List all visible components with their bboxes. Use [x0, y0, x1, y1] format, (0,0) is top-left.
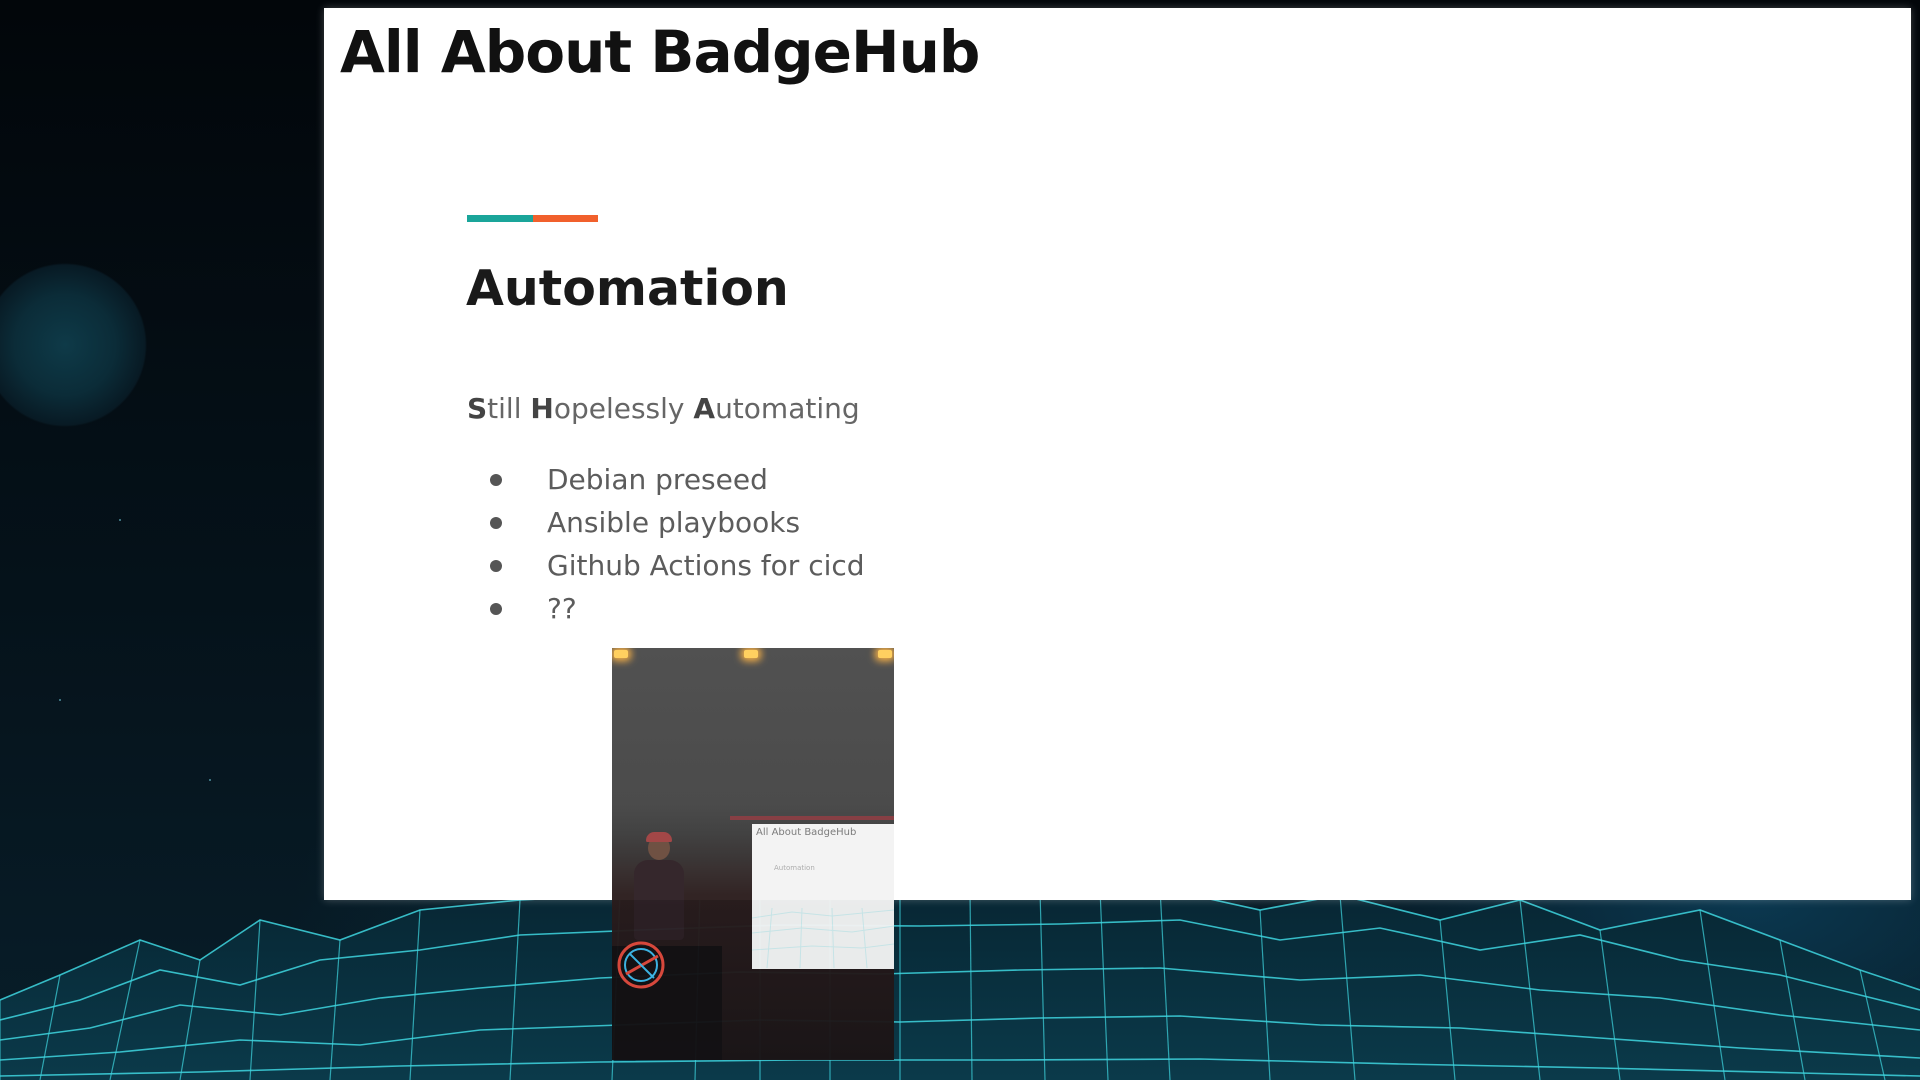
accent-bar-teal	[467, 215, 533, 222]
slide-subtitle: Still Hopelessly Automating	[467, 392, 860, 425]
slide-header-title: All About BadgeHub	[340, 18, 980, 86]
list-item: Debian preseed	[467, 458, 865, 501]
event-logo-icon	[617, 941, 665, 989]
bullet-dot-icon	[490, 560, 502, 572]
list-item: Ansible playbooks	[467, 501, 865, 544]
camera-screen-title: All About BadgeHub	[756, 827, 857, 838]
list-item-text: Github Actions for cicd	[547, 549, 865, 582]
bullet-dot-icon	[490, 603, 502, 615]
subtitle-initial-h: H	[530, 392, 554, 425]
stage-light-icon	[614, 650, 628, 658]
speaker-body	[634, 860, 684, 940]
subtitle-initial-a: A	[693, 392, 716, 425]
bullet-dot-icon	[490, 474, 502, 486]
speaker-cap	[646, 832, 672, 842]
bullet-list: Debian preseed Ansible playbooks Github …	[467, 458, 865, 630]
accent-bar-orange	[533, 215, 598, 222]
list-item: ??	[467, 587, 865, 630]
section-title: Automation	[466, 260, 789, 317]
list-item-text: ??	[547, 592, 577, 625]
stage-light-icon	[878, 650, 892, 658]
video-frame: All About BadgeHub Automation Still Hope…	[0, 0, 1920, 1080]
presentation-slide: All About BadgeHub Automation Still Hope…	[324, 8, 1911, 900]
bullet-dot-icon	[490, 517, 502, 529]
speaker-camera-inset: All About BadgeHub Automation	[612, 648, 894, 1060]
list-item-text: Debian preseed	[547, 463, 768, 496]
stage-edge	[730, 816, 894, 820]
camera-screen-subtitle: Automation	[774, 864, 815, 872]
subtitle-word-still: till	[487, 392, 531, 425]
camera-terrain-reflection	[752, 908, 894, 968]
list-item: Github Actions for cicd	[467, 544, 865, 587]
list-item-text: Ansible playbooks	[547, 506, 801, 539]
accent-bar	[467, 215, 598, 222]
subtitle-word-hopelessly: opelessly	[553, 392, 694, 425]
stage-light-icon	[744, 650, 758, 658]
wireframe-terrain	[0, 887, 1920, 1080]
subtitle-initial-s: S	[467, 392, 488, 425]
subtitle-word-automating: utomating	[715, 392, 860, 425]
